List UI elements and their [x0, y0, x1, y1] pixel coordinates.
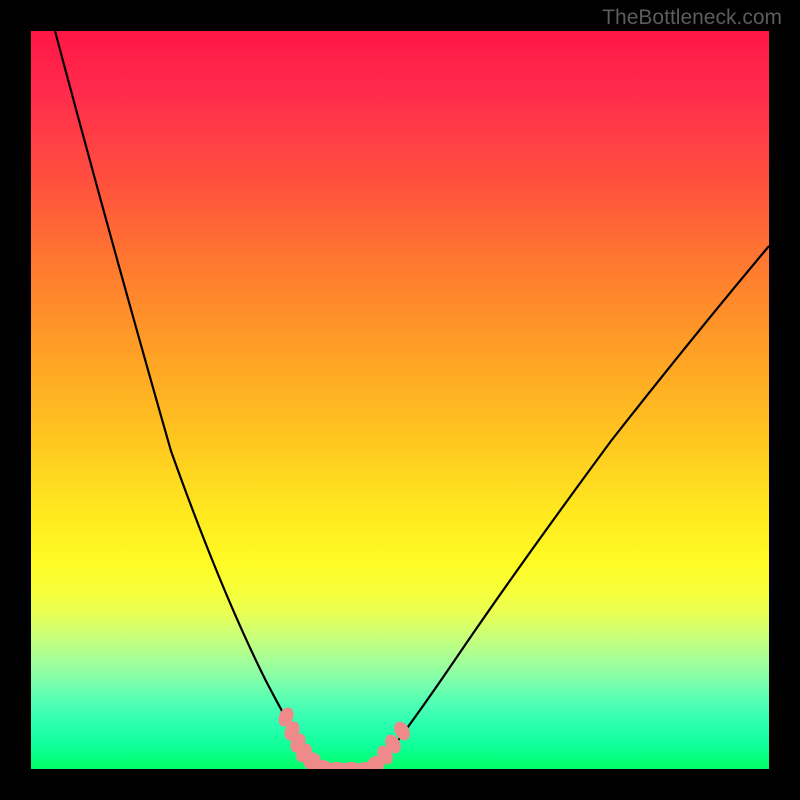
watermark-text: TheBottleneck.com — [602, 6, 782, 30]
curve-lines — [55, 31, 769, 769]
marker-dots — [276, 705, 414, 769]
right-curve — [366, 246, 769, 769]
chart-svg — [31, 31, 769, 769]
plot-area — [31, 31, 769, 769]
left-curve — [55, 31, 343, 769]
